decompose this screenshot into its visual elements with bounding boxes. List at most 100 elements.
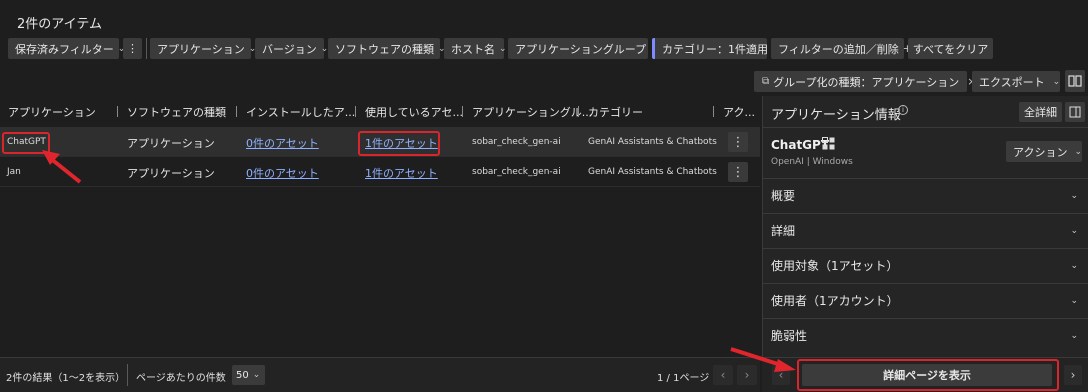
highlight-details-button bbox=[797, 359, 1059, 391]
clear-all-label: すべてをクリア bbox=[912, 42, 989, 56]
add-remove-filter-label: フィルターの追加／削除 bbox=[778, 42, 899, 56]
chevron-right-icon: › bbox=[1070, 368, 1076, 382]
page-indicator: 1 / 1ページ bbox=[657, 373, 710, 384]
software-type-cell: アプリケーション bbox=[127, 137, 215, 150]
group-by-label: グループ化の種類：アプリケーション bbox=[773, 75, 960, 89]
next-page-button[interactable]: › bbox=[737, 365, 757, 385]
chevron-down-icon: ⌄ bbox=[1074, 146, 1082, 157]
info-icon[interactable]: i bbox=[898, 105, 908, 115]
col-header-software-type[interactable]: ソフトウェアの種類 bbox=[127, 104, 226, 120]
chevron-down-icon: ⌄ bbox=[1070, 330, 1078, 341]
actions-dropdown[interactable]: アクション ⌄ bbox=[1006, 141, 1082, 162]
filter-software-type-label: ソフトウェアの種類 bbox=[335, 42, 434, 56]
row-actions-button[interactable]: ⋮ bbox=[728, 162, 748, 182]
export-label: エクスポート bbox=[979, 75, 1045, 89]
col-header-application[interactable]: アプリケーション bbox=[8, 104, 96, 120]
chevron-left-icon: ‹ bbox=[720, 368, 726, 382]
chevron-down-icon: ⌄ bbox=[1070, 260, 1078, 271]
col-header-installed[interactable]: インストールしたア... bbox=[246, 104, 355, 120]
chevron-down-icon: ⌄ bbox=[252, 370, 261, 380]
chevron-down-icon: ⌄ bbox=[1070, 295, 1078, 306]
filter-divider bbox=[146, 38, 147, 59]
chevron-right-icon: › bbox=[744, 368, 750, 382]
filter-software-type[interactable]: ソフトウェアの種類 ⌄ bbox=[328, 38, 446, 59]
expand-full-details-button[interactable]: 全詳細 bbox=[1019, 102, 1062, 122]
filter-version[interactable]: バージョン ⌄ bbox=[255, 38, 328, 59]
category-cell: GenAI Assistants & Chatbots bbox=[588, 167, 717, 177]
footer-divider bbox=[127, 364, 128, 386]
installed-assets-link[interactable]: 0件のアセット bbox=[246, 165, 319, 181]
results-count: 2件の結果（1〜2を表示） bbox=[6, 373, 126, 384]
panel-title: アプリケーション情報 bbox=[771, 108, 901, 123]
section-label: 使用対象（1アセット） bbox=[771, 259, 899, 273]
filter-app-group-label: アプリケーショングループ bbox=[515, 42, 647, 56]
section-vulnerabilities[interactable]: 脆弱性 ⌄ bbox=[762, 318, 1088, 352]
col-divider bbox=[117, 106, 118, 117]
collapse-panel-button[interactable] bbox=[1065, 102, 1085, 122]
col-header-actions[interactable]: アク... bbox=[723, 104, 755, 120]
col-divider bbox=[236, 106, 237, 117]
columns-icon bbox=[1068, 75, 1082, 87]
highlight-used-assets bbox=[358, 131, 440, 156]
filter-host[interactable]: ホスト名 ⌄ bbox=[444, 38, 507, 59]
chevron-down-icon: ⌄ bbox=[1070, 190, 1078, 201]
col-header-category[interactable]: カテゴリー bbox=[588, 104, 643, 120]
filter-category-applied[interactable]: カテゴリー：1件適用× bbox=[652, 38, 781, 59]
chevron-down-icon: ⌄ bbox=[1052, 76, 1061, 87]
app-grid-icon bbox=[822, 137, 835, 150]
used-assets-link[interactable]: 1件のアセット bbox=[365, 165, 438, 181]
panel-app-subtitle: OpenAI | Windows bbox=[771, 157, 853, 167]
app-group-cell: sobar_check_gen-ai bbox=[472, 167, 561, 177]
panel-toggle-icon bbox=[1069, 106, 1081, 118]
chevron-down-icon: ⌄ bbox=[499, 43, 507, 54]
per-page-value: 50 bbox=[236, 369, 249, 381]
section-label: 使用者（1アカウント） bbox=[771, 294, 899, 308]
page-title: 2件のアイテム bbox=[17, 17, 102, 32]
app-name-cell[interactable]: Jan bbox=[7, 167, 21, 177]
panel-divider bbox=[762, 127, 1088, 128]
add-remove-filter-button[interactable]: フィルターの追加／削除+ bbox=[771, 38, 912, 59]
col-divider bbox=[355, 106, 356, 117]
app-root: 2件のアイテム 保存済みフィルター ⌄ ⋮ アプリケーション ⌄ バージョン ⌄ ソフ… bbox=[0, 0, 1088, 392]
section-label: 概要 bbox=[771, 189, 796, 203]
saved-filters-dropdown[interactable]: 保存済みフィルター ⌄ bbox=[8, 38, 125, 59]
filter-category-label: カテゴリー：1件適用 bbox=[662, 42, 768, 56]
kebab-icon: ⋮ bbox=[127, 42, 138, 55]
filter-host-label: ホスト名 bbox=[451, 42, 495, 56]
app-group-cell: sobar_check_gen-ai bbox=[472, 137, 561, 147]
row-actions-button[interactable]: ⋮ bbox=[728, 132, 748, 152]
panel-app-name: ChatGPT bbox=[771, 138, 830, 152]
filter-version-label: バージョン bbox=[262, 42, 317, 56]
installed-assets-link[interactable]: 0件のアセット bbox=[246, 135, 319, 151]
filter-application-label: アプリケーション bbox=[157, 42, 245, 56]
col-divider bbox=[713, 106, 714, 117]
section-used-by[interactable]: 使用者（1アカウント） ⌄ bbox=[762, 283, 1088, 317]
col-divider bbox=[578, 106, 579, 117]
prev-page-button[interactable]: ‹ bbox=[713, 365, 733, 385]
category-cell: GenAI Assistants & Chatbots bbox=[588, 137, 717, 147]
table-row[interactable]: Jan アプリケーション 0件のアセット 1件のアセット sobar_check… bbox=[0, 157, 760, 187]
chevron-down-icon: ⌄ bbox=[1070, 225, 1078, 236]
section-details[interactable]: 詳細 ⌄ bbox=[762, 213, 1088, 247]
col-header-used[interactable]: 使用しているアセ... bbox=[365, 104, 463, 120]
saved-filters-label: 保存済みフィルター bbox=[15, 42, 114, 56]
section-overview[interactable]: 概要 ⌄ bbox=[762, 178, 1088, 212]
filter-app-group[interactable]: アプリケーショングループ⌄ bbox=[508, 38, 658, 59]
software-type-cell: アプリケーション bbox=[127, 167, 215, 180]
clear-all-button[interactable]: すべてをクリア bbox=[908, 38, 993, 59]
chevron-left-icon: ‹ bbox=[778, 368, 784, 382]
filter-application[interactable]: アプリケーション ⌄ bbox=[150, 38, 256, 59]
next-item-button[interactable]: › bbox=[1064, 365, 1082, 385]
section-used-on[interactable]: 使用対象（1アセット） ⌄ bbox=[762, 248, 1088, 282]
group-by-chip[interactable]: ⧉グループ化の種類：アプリケーション× bbox=[754, 71, 976, 92]
col-header-app-group[interactable]: アプリケーショングル... bbox=[472, 104, 592, 120]
section-label: 脆弱性 bbox=[771, 329, 808, 343]
more-options-button[interactable]: ⋮ bbox=[123, 38, 142, 59]
export-dropdown[interactable]: エクスポート ⌄ bbox=[972, 71, 1060, 92]
actions-label: アクション bbox=[1013, 145, 1068, 159]
col-divider bbox=[462, 106, 463, 117]
per-page-select[interactable]: 50 ⌄ bbox=[232, 365, 265, 385]
section-label: 詳細 bbox=[771, 224, 796, 238]
column-settings-button[interactable] bbox=[1065, 70, 1085, 92]
prev-item-button[interactable]: ‹ bbox=[772, 365, 790, 385]
